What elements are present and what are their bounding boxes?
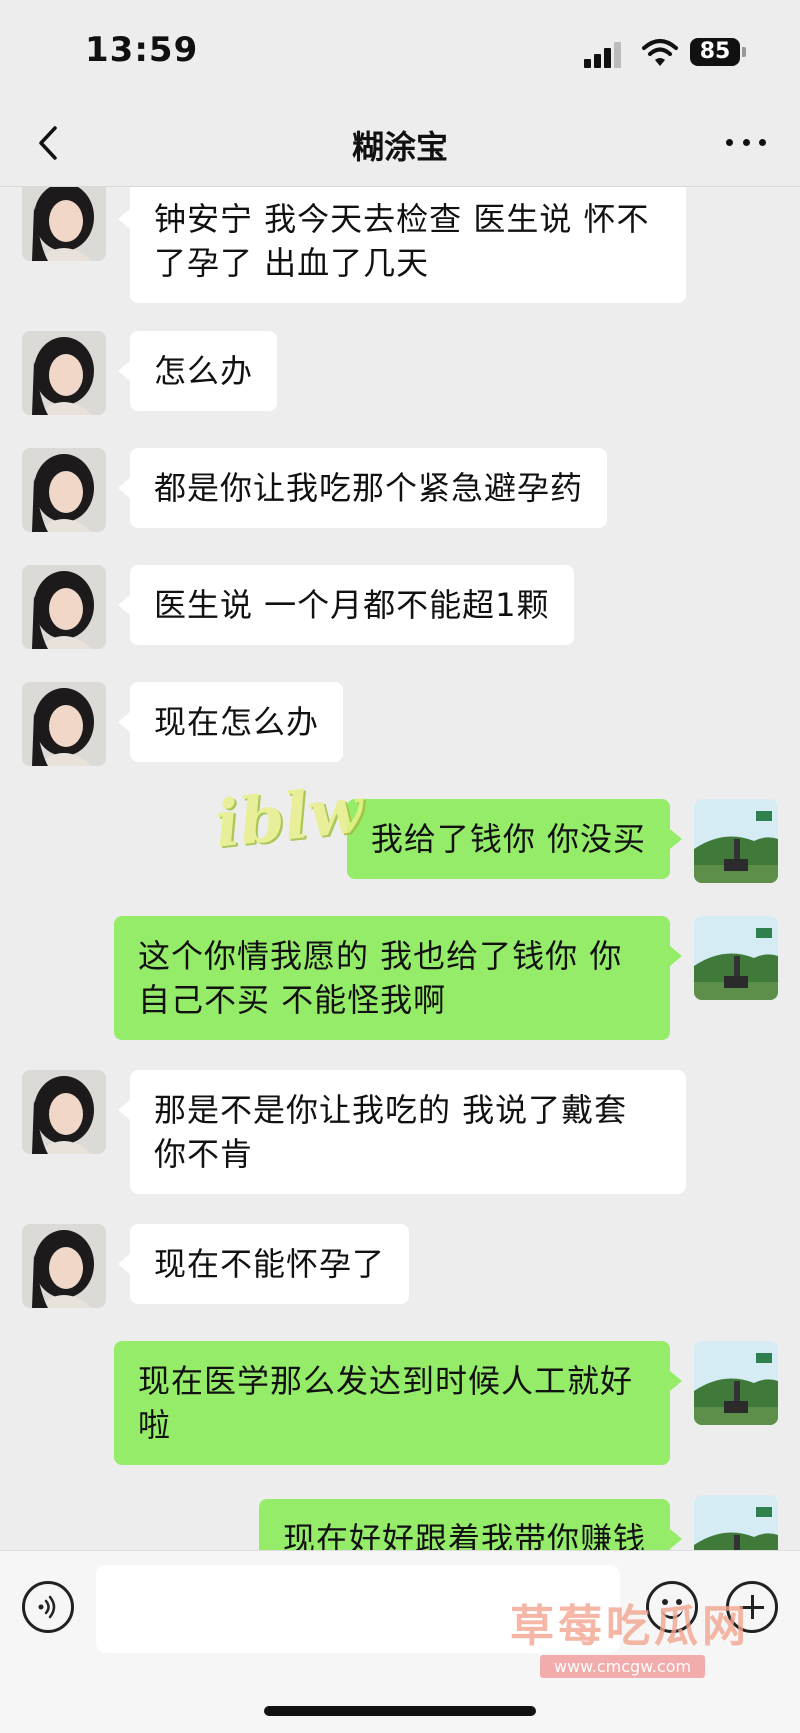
status-bar: 13:59 85 <box>0 0 800 100</box>
message-bubble-sent[interactable]: 这个你情我愿的 我也给了钱你 你自己不买 不能怪我啊 <box>114 916 682 1040</box>
contact-avatar[interactable] <box>22 1224 106 1308</box>
watermark-url: www.cmcgw.com <box>540 1655 706 1678</box>
my-avatar[interactable] <box>694 1495 778 1550</box>
my-avatar[interactable] <box>694 916 778 1000</box>
watermark-site: 草莓吃瓜网 <box>510 1601 750 1652</box>
message-list[interactable]: 钟安宁 我今天去检查 医生说 怀不了孕了 出血了几天 怎么办 都是你让我吃那个紧… <box>0 187 800 1550</box>
battery-tip <box>742 47 746 57</box>
contact-avatar[interactable] <box>22 448 106 532</box>
chevron-left-icon <box>39 126 57 160</box>
contact-avatar[interactable] <box>22 1070 106 1154</box>
message-bubble-received[interactable]: 医生说 一个月都不能超1颗 <box>118 565 574 645</box>
message-bubble-received[interactable]: 那是不是你让我吃的 我说了戴套 你不肯 <box>118 1070 686 1194</box>
more-dots-icon <box>726 138 733 146</box>
chat-header: 糊涂宝 <box>0 100 800 187</box>
message-bubble-received[interactable]: 现在怎么办 <box>117 682 344 762</box>
message-bubble-received[interactable]: 现在不能怀孕了 <box>117 1224 410 1304</box>
message-bubble-received[interactable]: 钟安宁 我今天去检查 医生说 怀不了孕了 出血了几天 <box>118 187 686 303</box>
contact-avatar[interactable] <box>22 565 106 649</box>
contact-avatar[interactable] <box>22 331 106 415</box>
contact-avatar[interactable] <box>22 682 106 766</box>
home-indicator <box>264 1706 536 1716</box>
cellular-signal-icon <box>584 40 624 68</box>
message-bubble-sent[interactable]: 我给了钱你 你没买 <box>346 799 683 879</box>
voice-button[interactable] <box>22 1581 74 1633</box>
status-time: 13:59 <box>85 30 199 70</box>
battery-icon: 85 <box>690 38 740 66</box>
my-avatar[interactable] <box>694 799 778 883</box>
wifi-icon <box>642 38 678 68</box>
message-bubble-received[interactable]: 都是你让我吃那个紧急避孕药 <box>117 448 608 528</box>
back-button[interactable] <box>28 118 68 168</box>
my-avatar[interactable] <box>694 1341 778 1425</box>
contact-avatar[interactable] <box>22 187 106 261</box>
watermark-overlay: iblw <box>211 772 367 863</box>
message-bubble-sent[interactable]: 现在好好跟着我带你赚钱 <box>258 1499 683 1550</box>
message-bubble-sent[interactable]: 现在医学那么发达到时候人工就好啦 <box>114 1341 682 1465</box>
voice-icon <box>38 1595 56 1619</box>
more-options-button[interactable] <box>726 130 766 154</box>
message-bubble-received[interactable]: 怎么办 <box>117 331 278 411</box>
chat-title: 糊涂宝 <box>351 128 448 166</box>
